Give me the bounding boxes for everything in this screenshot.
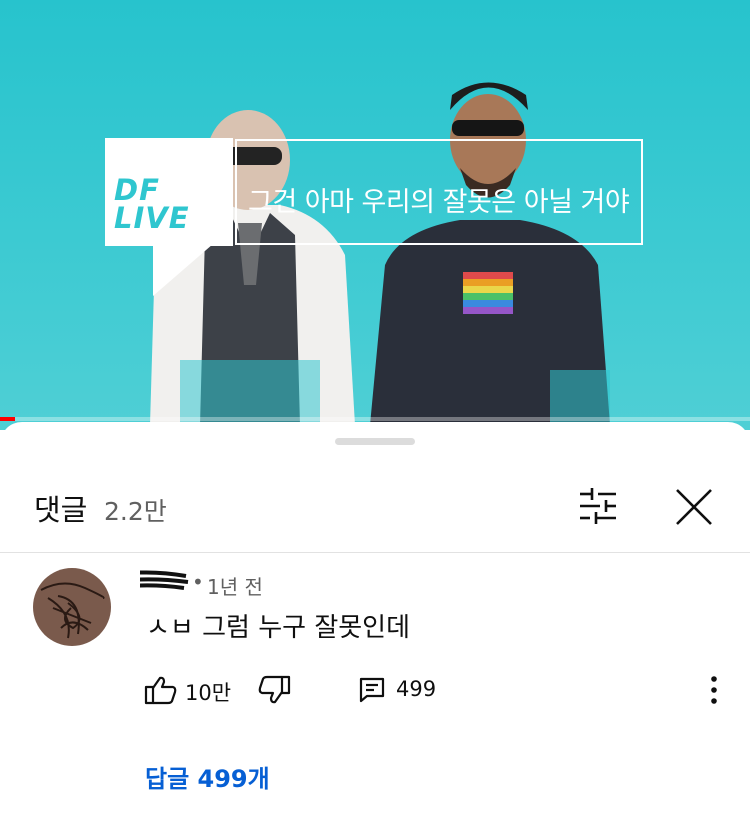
comments-count: 2.2만: [104, 497, 167, 526]
video-progress-bar[interactable]: [0, 417, 750, 421]
more-options-icon[interactable]: [702, 674, 726, 706]
logo-line-2: LIVE: [114, 201, 190, 235]
thumbs-down-icon[interactable]: [257, 675, 291, 705]
logo-line-1: DF: [114, 173, 160, 207]
avatar-scribble-icon: [40, 582, 105, 639]
like-count: 10만: [185, 681, 232, 705]
comments-title: 댓글: [34, 493, 88, 527]
df-live-logo-tail: [153, 244, 213, 296]
reply-icon[interactable]: [359, 677, 385, 703]
comment-meta: • 1년 전: [140, 568, 440, 599]
video-player[interactable]: DF LIVE 그건 아마 우리의 잘못은 아닐 거야: [0, 0, 750, 430]
header-divider: [0, 552, 750, 553]
sheet-drag-handle[interactable]: [335, 438, 415, 445]
close-icon[interactable]: [673, 486, 715, 528]
sort-filter-icon[interactable]: [576, 486, 620, 526]
df-live-logo-text: DF LIVE: [114, 173, 224, 235]
video-caption: 그건 아마 우리의 잘못은 아닐 거야: [248, 187, 630, 218]
reply-count: 499: [396, 677, 437, 701]
comment-time: 1년 전: [207, 575, 263, 599]
view-replies-link[interactable]: 답글 499개: [145, 759, 270, 794]
redacted-author-name: [140, 570, 189, 590]
meta-separator: •: [192, 570, 204, 594]
comment-text: ㅅㅂ 그럼 누구 잘못인데: [146, 613, 410, 643]
comments-sheet: 댓글 2.2만 • 1년 전 ㅅㅂ 그럼 누구 잘못인데 10만 499 답글 …: [0, 422, 750, 826]
video-progress-fill: [0, 417, 15, 421]
avatar[interactable]: [33, 568, 111, 646]
thumbs-up-icon[interactable]: [144, 675, 178, 705]
